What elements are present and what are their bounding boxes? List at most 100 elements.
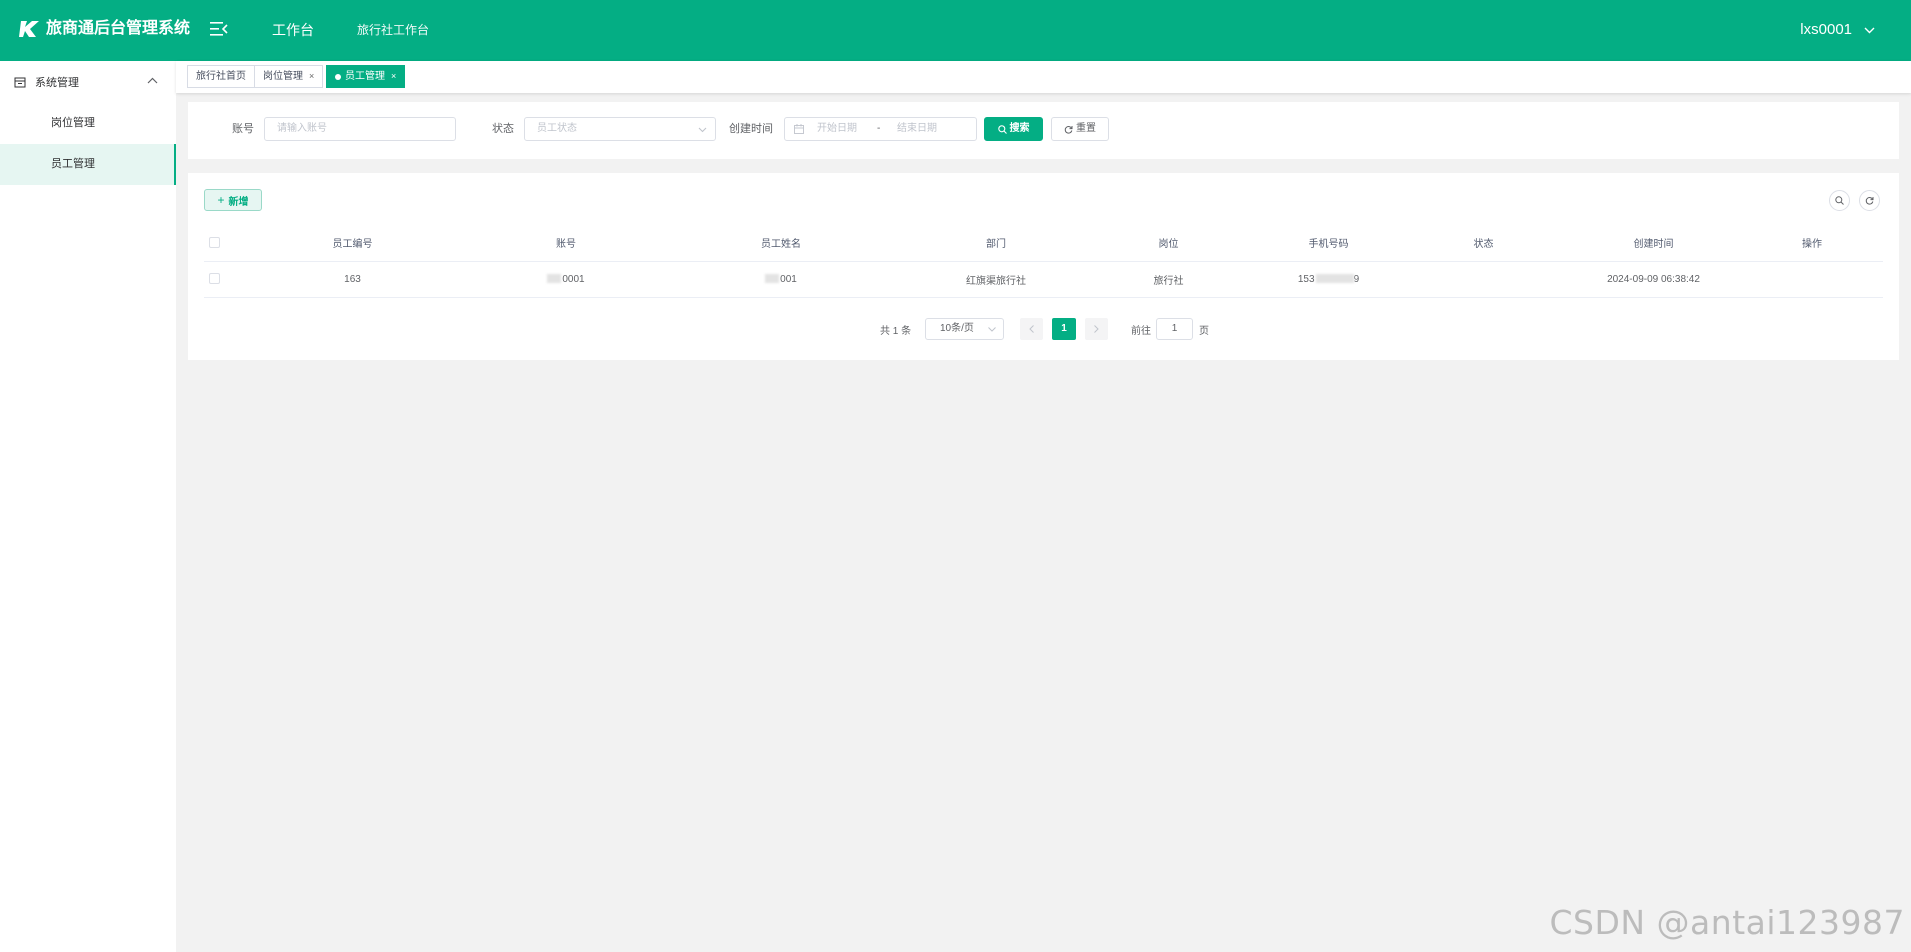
end-date-placeholder[interactable]: 结束日期 [897, 118, 937, 140]
row-checkbox[interactable] [208, 273, 220, 285]
goto-label: 前往 [1131, 326, 1151, 337]
system-icon [14, 77, 26, 88]
employee-table: 员工编号 账号 员工姓名 部门 岗位 手机号码 状态 创建时间 操作 163 0… [204, 225, 1883, 298]
redacted-mark [1315, 274, 1354, 284]
chevron-left-icon [1029, 325, 1034, 333]
cell-phone: 153 9 [1256, 261, 1401, 298]
sidebar: 系统管理 岗位管理 员工管理 [0, 61, 176, 952]
chevron-down-icon [1864, 27, 1875, 33]
tag-label: 岗位管理 [263, 71, 303, 82]
cell-department: 红旗渠旅行社 [911, 261, 1081, 298]
cell-position: 旅行社 [1081, 261, 1256, 298]
pagination: 共 1 条 10条/页 1 前往 1 页 [188, 318, 1899, 340]
name-text: 001 [780, 273, 797, 285]
sidebar-item-employees[interactable]: 员工管理 [0, 144, 176, 185]
select-all-cell [204, 225, 224, 262]
created-time-label: 创建时间 [729, 123, 773, 135]
chevron-down-icon [988, 327, 996, 332]
reset-button[interactable]: 重置 [1051, 117, 1109, 141]
sidebar-item-label: 员工管理 [51, 158, 95, 170]
search-icon [1835, 196, 1844, 205]
account-label: 账号 [232, 123, 254, 135]
add-employee-button[interactable]: + 新增 [204, 189, 262, 211]
cell-account: 0001 [481, 261, 651, 298]
row-select-cell [204, 261, 224, 298]
chevron-up-icon [147, 77, 158, 84]
sidebar-group-label: 系统管理 [35, 77, 79, 89]
active-dot-icon [335, 73, 341, 80]
sidebar-group-system[interactable]: 系统管理 [0, 61, 176, 103]
nav-workbench[interactable]: 工作台 [272, 20, 314, 40]
close-icon[interactable]: × [391, 66, 396, 87]
refresh-icon [1064, 125, 1073, 134]
close-icon[interactable]: × [309, 66, 314, 87]
refresh-table-button[interactable] [1859, 190, 1880, 211]
watermark: CSDN @antai123987 [1549, 903, 1905, 942]
account-input[interactable]: 请输入账号 [264, 117, 456, 141]
logo-icon [19, 21, 39, 37]
select-all-checkbox[interactable] [208, 237, 220, 249]
column-header: 岗位 [1081, 225, 1256, 262]
tag-label: 员工管理 [345, 71, 385, 82]
next-page-button[interactable] [1085, 318, 1108, 340]
cell-employee-id: 163 [224, 261, 481, 298]
prev-page-button[interactable] [1020, 318, 1043, 340]
refresh-icon [1865, 197, 1874, 205]
nav-agency-workbench[interactable]: 旅行社工作台 [357, 21, 429, 39]
account-placeholder: 请输入账号 [277, 123, 327, 134]
username: lxs0001 [1800, 21, 1852, 38]
status-select[interactable]: 员工状态 [524, 117, 716, 141]
column-header: 手机号码 [1256, 225, 1401, 262]
cell-created-time: 2024-09-09 06:38:42 [1566, 261, 1741, 298]
app-logo: 旅商通后台管理系统 [18, 18, 190, 40]
tag-positions[interactable]: 岗位管理 × [254, 65, 324, 88]
cell-actions [1741, 261, 1883, 298]
menu-fold-icon[interactable] [210, 21, 228, 37]
start-date-placeholder[interactable]: 开始日期 [817, 118, 857, 140]
tag-label: 旅行社首页 [196, 71, 246, 82]
range-separator: - [877, 123, 881, 134]
table-header-row: 员工编号 账号 员工姓名 部门 岗位 手机号码 状态 创建时间 操作 [204, 225, 1883, 262]
page-suffix: 页 [1199, 326, 1209, 337]
date-range-picker[interactable]: 开始日期 - 结束日期 [784, 117, 977, 141]
tag-employees[interactable]: 员工管理 × [326, 65, 406, 88]
page-size-value: 10条/页 [940, 323, 974, 334]
search-icon [997, 124, 1007, 134]
toggle-search-button[interactable] [1829, 190, 1850, 211]
sidebar-item-label: 岗位管理 [51, 117, 95, 129]
search-button[interactable]: 搜索 [984, 117, 1043, 141]
column-header: 账号 [481, 225, 651, 262]
column-header: 员工编号 [224, 225, 481, 262]
column-header: 操作 [1741, 225, 1883, 262]
page-number-current[interactable]: 1 [1052, 318, 1076, 340]
cell-status [1401, 261, 1566, 298]
redacted-mark [765, 274, 780, 284]
column-header: 员工姓名 [651, 225, 911, 262]
phone-prefix: 153 [1297, 273, 1315, 285]
chevron-down-icon [698, 127, 707, 133]
phone-suffix: 9 [1353, 273, 1360, 285]
app-title: 旅商通后台管理系统 [46, 20, 191, 37]
reset-button-label: 重置 [1076, 123, 1096, 134]
pagination-total: 共 1 条 [880, 326, 912, 337]
user-menu[interactable]: lxs0001 [1800, 20, 1875, 40]
tag-agency-home[interactable]: 旅行社首页 [187, 65, 255, 88]
chevron-right-icon [1094, 325, 1099, 333]
plus-icon: + [217, 193, 225, 207]
column-header: 创建时间 [1566, 225, 1741, 262]
top-header: 旅商通后台管理系统 工作台 旅行社工作台 lxs0001 [0, 0, 1911, 61]
column-header: 部门 [911, 225, 1081, 262]
status-placeholder: 员工状态 [537, 123, 577, 134]
search-button-label: 搜索 [1009, 123, 1030, 134]
account-text: 0001 [562, 273, 585, 285]
sidebar-item-positions[interactable]: 岗位管理 [0, 103, 176, 144]
employee-table-card: + 新增 员工编号 账号 员工姓名 部门 岗位 手机号码 状态 创建时间 操作 … [188, 173, 1899, 360]
page-size-select[interactable]: 10条/页 [925, 318, 1004, 340]
goto-page-input[interactable]: 1 [1156, 318, 1193, 340]
search-form: 账号 请输入账号 状态 员工状态 创建时间 开始日期 - 结束日期 搜索 重置 [188, 102, 1899, 159]
cell-employee-name: 001 [651, 261, 911, 298]
add-button-label: 新增 [228, 196, 249, 208]
table-row[interactable]: 163 0001 001 红旗渠旅行社 旅行社 153 9 2024-09-09 … [204, 261, 1883, 298]
status-label: 状态 [492, 123, 514, 135]
column-header: 状态 [1401, 225, 1566, 262]
